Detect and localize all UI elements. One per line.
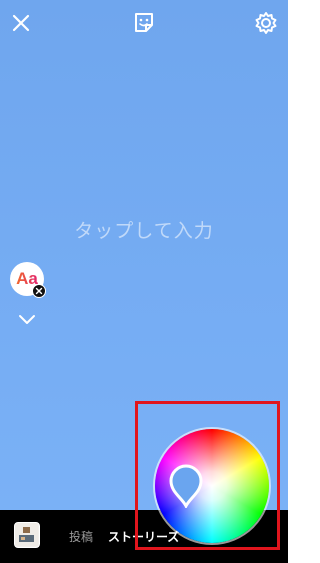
mode-post[interactable]: 投稿 — [69, 528, 93, 545]
remove-badge-icon[interactable] — [32, 284, 46, 298]
chevron-down-icon[interactable] — [17, 312, 37, 326]
close-icon[interactable] — [8, 10, 34, 36]
text-input-placeholder[interactable]: タップして入力 — [0, 216, 288, 243]
gallery-thumbnail[interactable] — [14, 522, 40, 548]
highlight-annotation-box — [135, 401, 280, 550]
gallery-image-icon — [15, 523, 38, 546]
settings-gear-icon[interactable] — [253, 10, 279, 36]
sticker-icon[interactable] — [131, 10, 157, 36]
